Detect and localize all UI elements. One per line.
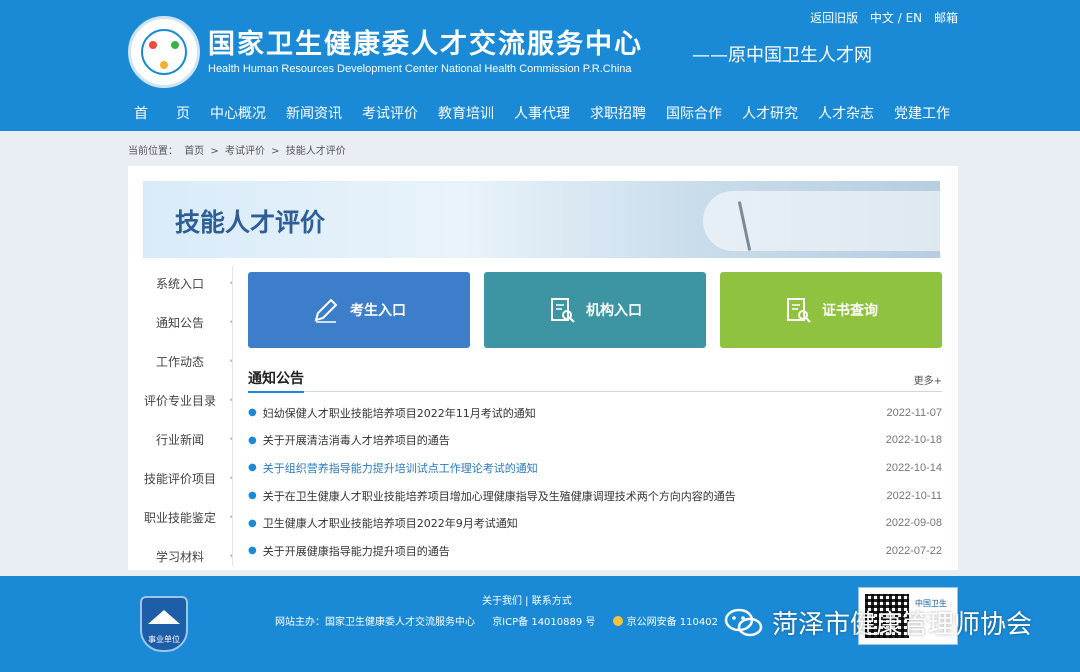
notice-date: 2022-10-14	[885, 461, 942, 474]
public-institution-badge-icon[interactable]: 事业单位	[140, 596, 188, 652]
police-badge-icon	[612, 616, 623, 626]
pen-edit-icon	[314, 298, 338, 323]
list-item[interactable]: ● 妇幼保健人才职业技能培养项目2022年11月考试的通知 2022-11-07	[248, 399, 942, 427]
old-version-link[interactable]: 返回旧版	[810, 11, 858, 25]
site-logo[interactable]	[128, 16, 200, 88]
notice-title-text[interactable]: 关于在卫生健康人才职业技能培养项目增加心理健康指导及生殖健康调理技术两个方向内容…	[263, 488, 887, 504]
sidebar-divider	[232, 266, 233, 566]
mountain-icon	[148, 610, 180, 624]
sidebar-item-skill-projects[interactable]: 技能评价项目	[128, 461, 234, 500]
page-banner: 技能人才评价	[143, 181, 940, 258]
nav-item-about[interactable]: 中心概况	[200, 103, 276, 123]
nav-item-international[interactable]: 国际合作	[656, 103, 732, 123]
notice-title-text[interactable]: 关于开展清洁消毒人才培养项目的通告	[263, 432, 886, 448]
notice-section-title: 通知公告	[248, 368, 304, 393]
notice-date: 2022-10-11	[886, 489, 942, 502]
main-nav: 首 页 中心概况 新闻资讯 考试评价 教育培训 人事代理 求职招聘 国际合作 人…	[124, 103, 960, 123]
notice-title-text[interactable]: 关于开展健康指导能力提升项目的通告	[263, 543, 886, 559]
bullet-icon: ●	[248, 434, 257, 446]
notice-title-text[interactable]: 关于组织营养指导能力提升培训试点工作理论考试的通知	[263, 460, 886, 476]
notice-title-text[interactable]: 妇幼保健人才职业技能培养项目2022年11月考试的通知	[263, 405, 887, 421]
institution-entry-button[interactable]: 机构入口	[484, 272, 706, 348]
breadcrumb: 当前位置： 首页 > 考试评价 > 技能人才评价	[128, 142, 349, 157]
breadcrumb-label: 当前位置：	[128, 146, 178, 157]
breadcrumb-separator: >	[210, 146, 219, 157]
document-search-icon	[551, 298, 575, 323]
logo-figure-icon	[171, 41, 179, 49]
list-item[interactable]: ● 关于开展健康指导能力提升项目的通告 2022-07-22	[248, 537, 942, 565]
sidebar-item-work-updates[interactable]: 工作动态	[128, 344, 234, 383]
notice-date: 2022-07-22	[885, 544, 942, 557]
breadcrumb-current: 技能人才评价	[285, 146, 346, 157]
nav-item-exam[interactable]: 考试评价	[352, 103, 428, 123]
watermark-text: 菏泽市健康管理师协会	[772, 610, 1033, 640]
list-item[interactable]: ● 关于组织营养指导能力提升培训试点工作理论考试的通知 2022-10-14	[248, 454, 942, 482]
institution-entry-label: 机构入口	[586, 303, 642, 319]
notice-date: 2022-11-07	[886, 406, 942, 419]
notice-date: 2022-10-18	[885, 434, 942, 447]
candidate-entry-button[interactable]: 考生入口	[248, 272, 470, 348]
nav-item-personnel[interactable]: 人事代理	[504, 103, 580, 123]
nav-item-news[interactable]: 新闻资讯	[276, 103, 352, 123]
site-header: 国家卫生健康委人才交流服务中心 Health Human Resources D…	[0, 0, 1080, 131]
nav-item-home[interactable]: 首 页	[124, 103, 200, 123]
breadcrumb-exam[interactable]: 考试评价	[225, 146, 265, 157]
footer-info: 网站主办：国家卫生健康委人才交流服务中心 京ICP备 14010889 号 京公…	[275, 613, 746, 628]
footer-icp[interactable]: 京ICP备 14010889 号	[492, 617, 595, 628]
notice-title-text[interactable]: 卫生健康人才职业技能培养项目2022年9月考试通知	[263, 515, 886, 531]
list-item[interactable]: ● 关于开展清洁消毒人才培养项目的通告 2022-10-18	[248, 427, 942, 455]
banner-illustration	[703, 191, 940, 251]
logo-figure-icon	[160, 61, 168, 69]
bullet-icon: ●	[248, 545, 257, 557]
certificate-query-label: 证书查询	[822, 303, 878, 319]
nav-item-jobs[interactable]: 求职招聘	[580, 103, 656, 123]
nav-item-research[interactable]: 人才研究	[732, 103, 808, 123]
bullet-icon: ●	[248, 490, 257, 502]
nav-item-training[interactable]: 教育培训	[428, 103, 504, 123]
breadcrumb-separator: >	[271, 146, 280, 157]
notice-date: 2022-09-08	[885, 517, 942, 530]
bullet-icon: ●	[248, 462, 257, 474]
content-panel: 技能人才评价 系统入口 通知公告 工作动态 评价专业目录 行业新闻 技能评价项目…	[128, 166, 958, 575]
notice-list: ● 妇幼保健人才职业技能培养项目2022年11月考试的通知 2022-11-07…	[248, 399, 942, 565]
sidebar: 系统入口 通知公告 工作动态 评价专业目录 行业新闻 技能评价项目 职业技能鉴定…	[128, 266, 234, 578]
list-item[interactable]: ● 卫生健康人才职业技能培养项目2022年9月考试通知 2022-09-08	[248, 509, 942, 537]
footer-host: 网站主办：国家卫生健康委人才交流服务中心	[275, 617, 475, 628]
more-link[interactable]: 更多+	[914, 372, 942, 387]
wechat-icon	[724, 608, 763, 636]
site-subtitle: Health Human Resources Development Cente…	[208, 63, 632, 75]
footer-police[interactable]: 京公网安备 110402	[612, 616, 732, 628]
sidebar-item-industry-news[interactable]: 行业新闻	[128, 422, 234, 461]
footer-police-text: 京公网安备 110402	[626, 617, 718, 628]
logo-figure-icon	[149, 41, 157, 49]
former-site-name: ——原中国卫生人才网	[692, 45, 872, 66]
top-links: 返回旧版 中文 / EN 邮箱	[802, 9, 958, 26]
language-switch[interactable]: 中文 / EN	[870, 11, 922, 25]
badge-label: 事业单位	[148, 635, 180, 644]
site-title: 国家卫生健康委人才交流服务中心	[208, 29, 643, 60]
breadcrumb-home[interactable]: 首页	[184, 146, 204, 157]
mail-link[interactable]: 邮箱	[934, 11, 958, 25]
footer-links[interactable]: 关于我们 | 联系方式	[482, 592, 572, 607]
watermark: 菏泽市健康管理师协会	[724, 604, 1032, 641]
banner-title: 技能人才评价	[175, 208, 326, 237]
nav-item-magazine[interactable]: 人才杂志	[808, 103, 884, 123]
certificate-query-button[interactable]: 证书查询	[720, 272, 942, 348]
list-item[interactable]: ● 关于在卫生健康人才职业技能培养项目增加心理健康指导及生殖健康调理技术两个方向…	[248, 482, 942, 510]
nav-item-party[interactable]: 党建工作	[884, 103, 960, 123]
bullet-icon: ●	[248, 407, 257, 419]
sidebar-item-catalog[interactable]: 评价专业目录	[128, 383, 234, 422]
sidebar-item-study-materials[interactable]: 学习材料	[128, 539, 234, 578]
document-search-icon	[787, 298, 811, 323]
notice-header: 通知公告 更多+	[248, 366, 942, 393]
bullet-icon: ●	[248, 517, 257, 529]
sidebar-item-skill-appraisal[interactable]: 职业技能鉴定	[128, 500, 234, 539]
sidebar-item-system-entry[interactable]: 系统入口	[128, 266, 234, 305]
candidate-entry-label: 考生入口	[350, 303, 406, 319]
sidebar-item-notices[interactable]: 通知公告	[128, 305, 234, 344]
